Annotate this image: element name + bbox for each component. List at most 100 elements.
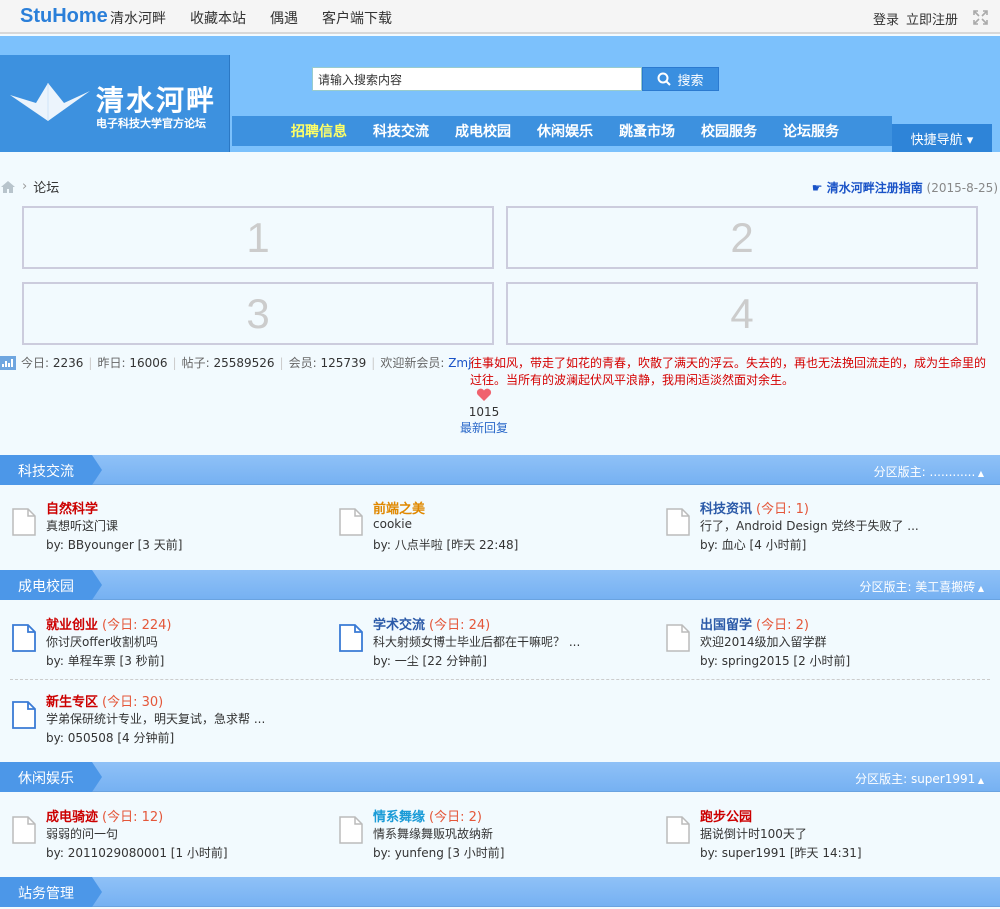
forum-last-post[interactable]: 真想听这门课 <box>46 517 118 534</box>
top-nav-favorite[interactable]: 收藏本站 <box>190 8 246 28</box>
brand-name: 清水河畔 <box>96 84 217 117</box>
forum-last-post[interactable]: 行了，Android Design 党终于失败了 ... <box>700 517 919 534</box>
breadcrumb: › 论坛 <box>0 177 59 196</box>
row-divider <box>10 679 990 680</box>
forum-item[interactable]: 跑步公园 据说倒计时100天了 by: super1991 [昨天 14:31] <box>666 806 986 866</box>
like-box: 1015 最新回复 <box>456 388 512 436</box>
stuhome-logo[interactable]: StuHome <box>20 5 108 28</box>
nav-jobs[interactable]: 招聘信息 <box>291 121 347 141</box>
forum-item[interactable]: 就业创业 (今日: 224) 你讨厌offer收割机吗 by: 单程车票 [3 秒… <box>12 614 332 674</box>
forum-last-author[interactable]: by: yunfeng [3 小时前] <box>373 844 504 861</box>
quick-nav-button[interactable]: 快捷导航 ▾ <box>892 124 992 152</box>
forum-last-post[interactable]: 据说倒计时100天了 <box>700 825 807 842</box>
forum-last-author[interactable]: by: 050508 [4 分钟前] <box>46 729 174 746</box>
header-bottom-strip <box>0 152 1000 162</box>
forum-icon <box>12 508 36 536</box>
forum-last-post[interactable]: 弱弱的问一句 <box>46 825 118 842</box>
account-links: 登录 立即注册 <box>866 9 958 28</box>
ad-slot-2[interactable]: 2 <box>506 206 978 269</box>
forum-name[interactable]: 成电骑迹 (今日: 12) <box>46 806 163 825</box>
members-count: 125739 <box>320 355 367 370</box>
forum-last-post[interactable]: 情系舞缘舞贩巩故纳新 <box>373 825 493 842</box>
forum-name[interactable]: 情系舞缘 (今日: 2) <box>373 806 482 825</box>
brand-logo[interactable]: 清水河畔 电子科技大学官方论坛 <box>0 55 230 152</box>
nav-forum-service[interactable]: 论坛服务 <box>783 121 839 141</box>
section-header-tech[interactable]: 科技交流 分区版主: ............ <box>0 455 1000 485</box>
ad-slot-3[interactable]: 3 <box>22 282 494 345</box>
nav-tech[interactable]: 科技交流 <box>373 121 429 141</box>
forum-name[interactable]: 就业创业 (今日: 224) <box>46 614 172 633</box>
like-count: 1015 <box>468 405 500 419</box>
forum-item[interactable]: 前端之美 cookie by: 八点半啦 [昨天 22:48] <box>339 498 659 558</box>
forum-last-post[interactable]: 欢迎2014级加入留学群 <box>700 633 827 650</box>
login-link[interactable]: 登录 <box>873 9 899 28</box>
forum-item[interactable]: 新生专区 (今日: 30) 学弟保研统计专业，明天复试，急求帮 ... by: 0… <box>12 691 332 751</box>
today-count: 2236 <box>52 355 84 370</box>
top-nav-meet[interactable]: 偶遇 <box>270 8 298 28</box>
forum-last-author[interactable]: by: 血心 [4 小时前] <box>700 536 806 553</box>
section-moderator: 分区版主: super1991 <box>855 770 984 787</box>
forum-item[interactable]: 出国留学 (今日: 2) 欢迎2014级加入留学群 by: spring2015 … <box>666 614 986 674</box>
yesterday-label: 昨日: <box>97 356 126 370</box>
forum-name[interactable]: 前端之美 <box>373 498 429 517</box>
section-header-leisure[interactable]: 休闲娱乐 分区版主: super1991 <box>0 762 1000 792</box>
top-nav-home[interactable]: 清水河畔 <box>110 8 166 28</box>
nav-campus-service[interactable]: 校园服务 <box>701 121 757 141</box>
ad-slot-4[interactable]: 4 <box>506 282 978 345</box>
forum-item[interactable]: 自然科学 真想听这门课 by: BByounger [3 天前] <box>12 498 332 558</box>
latest-reply-link[interactable]: 最新回复 <box>456 419 512 436</box>
yesterday-count: 16006 <box>129 355 168 370</box>
top-bar: StuHome 清水河畔 收藏本站 偶遇 客户端下载 登录 立即注册 <box>0 0 1000 34</box>
forum-icon <box>666 816 690 844</box>
main-nav: 招聘信息 科技交流 成电校园 休闲娱乐 跳蚤市场 校园服务 论坛服务 <box>232 116 892 146</box>
forum-last-author[interactable]: by: 八点半啦 [昨天 22:48] <box>373 536 518 553</box>
section-moderator: 分区版主: 美工喜搬砖 <box>859 578 984 595</box>
forum-name[interactable]: 自然科学 <box>46 498 102 517</box>
search-button-label: 搜索 <box>677 73 704 89</box>
forum-last-author[interactable]: by: super1991 [昨天 14:31] <box>700 844 862 861</box>
nav-market[interactable]: 跳蚤市场 <box>619 121 675 141</box>
nav-leisure[interactable]: 休闲娱乐 <box>537 121 593 141</box>
forum-item[interactable]: 科技资讯 (今日: 1) 行了，Android Design 党终于失败了 ...… <box>666 498 986 558</box>
paper-boat-icon <box>10 83 90 121</box>
forum-name[interactable]: 新生专区 (今日: 30) <box>46 691 163 710</box>
forum-item[interactable]: 成电骑迹 (今日: 12) 弱弱的问一句 by: 2011029080001 [1… <box>12 806 332 866</box>
forum-item[interactable]: 情系舞缘 (今日: 2) 情系舞缘舞贩巩故纳新 by: yunfeng [3 小时… <box>339 806 659 866</box>
forum-last-post[interactable]: cookie <box>373 517 412 531</box>
forum-icon-new <box>339 624 363 652</box>
forum-stats: 今日: 2236 | 昨日: 16006 | 帖子: 25589526 | 会员… <box>0 354 471 371</box>
forum-last-author[interactable]: by: 单程车票 [3 秒前] <box>46 652 164 669</box>
forum-last-post[interactable]: 科大射频女博士毕业后都在干嘛呢？ ... <box>373 633 580 650</box>
ad-slot-1[interactable]: 1 <box>22 206 494 269</box>
notice-link[interactable]: ☛ 清水河畔注册指南 <box>812 181 923 195</box>
posts-count: 25589526 <box>213 355 275 370</box>
home-icon[interactable] <box>0 180 16 194</box>
forum-icon <box>666 624 690 652</box>
forum-icon <box>12 816 36 844</box>
stats-separator: | <box>172 355 177 370</box>
forum-name[interactable]: 跑步公园 <box>700 806 756 825</box>
forum-name[interactable]: 出国留学 (今日: 2) <box>700 614 809 633</box>
section-title: 站务管理 <box>0 877 102 907</box>
forum-last-author[interactable]: by: 2011029080001 [1 小时前] <box>46 844 228 861</box>
section-header-campus[interactable]: 成电校园 分区版主: 美工喜搬砖 <box>0 570 1000 600</box>
forum-last-author[interactable]: by: BByounger [3 天前] <box>46 536 182 553</box>
breadcrumb-current[interactable]: 论坛 <box>33 177 59 196</box>
fullscreen-icon[interactable] <box>973 10 988 25</box>
section-header-site-admin[interactable]: 站务管理 <box>0 877 1000 907</box>
search-button[interactable]: 搜索 <box>642 67 719 91</box>
newest-member[interactable]: Zmj <box>448 356 471 370</box>
forum-name[interactable]: 学术交流 (今日: 24) <box>373 614 490 633</box>
top-nav-client-download[interactable]: 客户端下载 <box>322 8 392 28</box>
forum-icon <box>339 508 363 536</box>
heart-icon[interactable] <box>476 388 492 402</box>
forum-item[interactable]: 学术交流 (今日: 24) 科大射频女博士毕业后都在干嘛呢？ ... by: 一尘… <box>339 614 659 674</box>
forum-last-post[interactable]: 你讨厌offer收割机吗 <box>46 633 158 650</box>
search-input[interactable] <box>312 67 642 91</box>
forum-name[interactable]: 科技资讯 (今日: 1) <box>700 498 809 517</box>
forum-last-author[interactable]: by: spring2015 [2 小时前] <box>700 652 850 669</box>
register-link[interactable]: 立即注册 <box>906 9 958 28</box>
forum-last-post[interactable]: 学弟保研统计专业，明天复试，急求帮 ... <box>46 710 265 727</box>
forum-last-author[interactable]: by: 一尘 [22 分钟前] <box>373 652 487 669</box>
nav-campus[interactable]: 成电校园 <box>455 121 511 141</box>
